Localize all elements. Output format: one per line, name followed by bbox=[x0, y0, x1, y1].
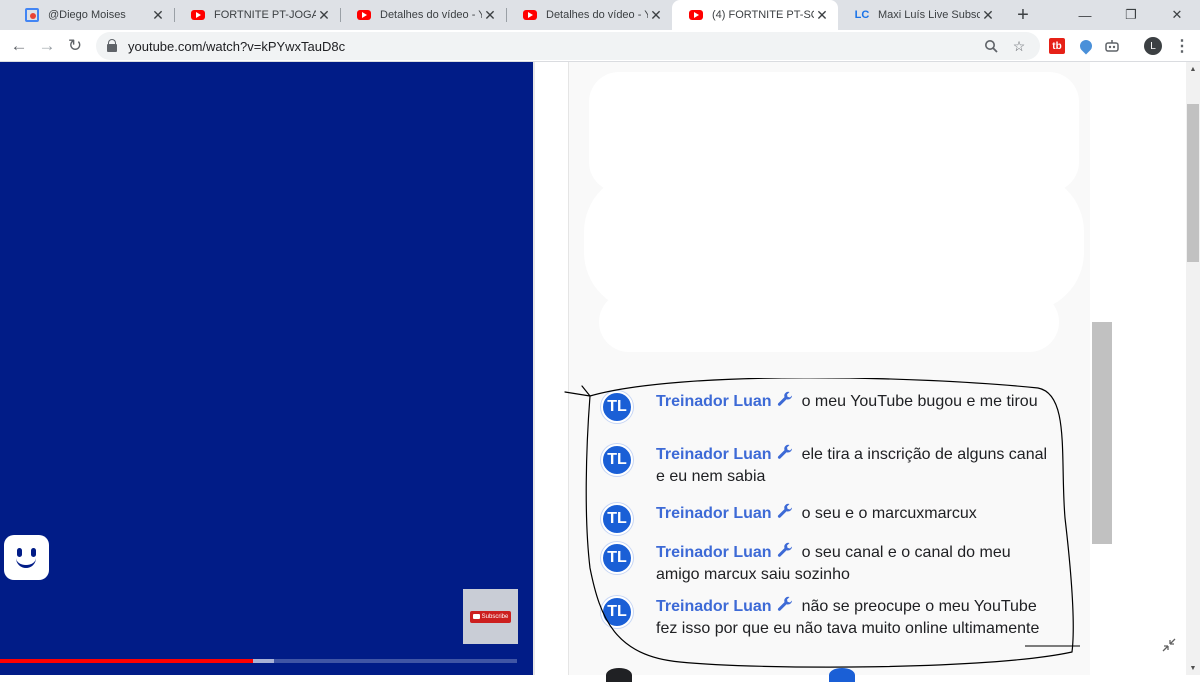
close-tab-icon[interactable]: ✕ bbox=[482, 7, 498, 23]
new-tab-button[interactable]: + bbox=[1012, 4, 1034, 26]
browser-toolbar: ← → ↻ youtube.com/watch?v=kPYwxTauD8c ☆ … bbox=[0, 30, 1200, 62]
next-avatar bbox=[606, 668, 632, 682]
wrench-icon bbox=[777, 391, 793, 406]
robot-icon[interactable] bbox=[1104, 38, 1120, 54]
author-name[interactable]: Treinador Luan bbox=[656, 598, 772, 615]
author-avatar[interactable]: TL bbox=[601, 391, 633, 423]
youtube-icon bbox=[522, 7, 538, 23]
bookmark-star-icon[interactable]: ☆ bbox=[1010, 37, 1028, 55]
address-bar[interactable]: youtube.com/watch?v=kPYwxTauD8c ☆ bbox=[96, 32, 1040, 60]
reload-icon[interactable]: ↻ bbox=[62, 33, 88, 59]
author-avatar[interactable]: TL bbox=[601, 444, 633, 476]
erased-area bbox=[599, 292, 1059, 352]
wrench-icon bbox=[777, 503, 793, 518]
author-avatar[interactable]: TL bbox=[601, 542, 633, 574]
scroll-down-arrow-icon[interactable]: ▼ bbox=[1186, 661, 1200, 675]
next-avatar bbox=[829, 668, 855, 682]
tubebuddy-icon[interactable]: tb bbox=[1049, 38, 1065, 54]
progress-played bbox=[0, 659, 254, 663]
author-name[interactable]: Treinador Luan bbox=[656, 505, 772, 522]
zoom-icon[interactable] bbox=[982, 37, 1000, 55]
tab-detalhes-video-1[interactable]: Detalhes do vídeo - You ✕ bbox=[340, 0, 506, 30]
close-tab-icon[interactable]: ✕ bbox=[150, 7, 166, 23]
tab-title: (4) FORTNITE PT-SQUA bbox=[712, 9, 814, 21]
lc-icon: LC bbox=[854, 9, 870, 21]
video-player[interactable]: Subscribe bbox=[0, 62, 533, 675]
close-tab-icon[interactable]: ✕ bbox=[980, 7, 996, 23]
tab-strip: @Diego Moises ✕ FORTNITE PT-JOGAR C ✕ De… bbox=[0, 0, 1200, 30]
wrench-icon bbox=[777, 444, 793, 459]
subscribe-watermark[interactable]: Subscribe bbox=[463, 589, 518, 644]
close-tab-icon[interactable]: ✕ bbox=[814, 7, 830, 23]
youtube-icon bbox=[356, 7, 372, 23]
close-tab-icon[interactable]: ✕ bbox=[316, 7, 332, 23]
close-window-button[interactable]: ✕ bbox=[1154, 0, 1200, 30]
page-scrollbar-thumb[interactable] bbox=[1187, 104, 1199, 262]
lock-icon[interactable] bbox=[106, 39, 118, 53]
url-text[interactable]: youtube.com/watch?v=kPYwxTauD8c bbox=[128, 39, 345, 54]
tab-fortnite-jogar[interactable]: FORTNITE PT-JOGAR C ✕ bbox=[174, 0, 340, 30]
message-text: o meu YouTube bugou e me tirou bbox=[801, 393, 1038, 410]
tab-title: @Diego Moises bbox=[48, 9, 126, 21]
drop-icon[interactable] bbox=[1077, 37, 1095, 55]
back-arrow-icon[interactable]: ← bbox=[6, 33, 32, 59]
more-menu-icon[interactable]: ⋮ bbox=[1172, 36, 1192, 56]
author-avatar[interactable]: TL bbox=[601, 596, 633, 628]
tab-fortnite-squad[interactable]: (4) FORTNITE PT-SQUA ✕ bbox=[672, 0, 838, 30]
panel-divider bbox=[533, 62, 535, 675]
tab-title: Detalhes do vídeo - You bbox=[546, 9, 648, 21]
chat-scrollbar-thumb[interactable] bbox=[1092, 322, 1112, 544]
smiley-face-icon bbox=[4, 535, 49, 580]
profile-avatar[interactable]: L bbox=[1144, 37, 1162, 55]
subscribe-label: Subscribe bbox=[481, 613, 509, 620]
youtube-icon bbox=[472, 614, 480, 619]
tab-detalhes-video-2[interactable]: Detalhes do vídeo - You ✕ bbox=[506, 0, 672, 30]
wrench-icon bbox=[777, 596, 793, 611]
collapse-icon[interactable] bbox=[1160, 636, 1178, 654]
author-avatar[interactable]: TL bbox=[601, 503, 633, 535]
close-tab-icon[interactable]: ✕ bbox=[648, 7, 664, 23]
author-name[interactable]: Treinador Luan bbox=[656, 544, 772, 561]
author-name[interactable]: Treinador Luan bbox=[656, 393, 772, 410]
studio-icon bbox=[24, 7, 40, 23]
tab-title: Detalhes do vídeo - You bbox=[380, 9, 482, 21]
tab-title: FORTNITE PT-JOGAR C bbox=[214, 9, 316, 21]
erased-area bbox=[584, 172, 1084, 312]
message-text: o seu e o marcuxmarcux bbox=[801, 505, 977, 522]
youtube-icon bbox=[190, 7, 206, 23]
restore-button[interactable]: ❐ bbox=[1108, 0, 1154, 30]
author-name[interactable]: Treinador Luan bbox=[656, 446, 772, 463]
tab-title: Maxi Luís Live Subscrib bbox=[878, 9, 980, 21]
youtube-icon bbox=[688, 7, 704, 23]
tab-maxi-luis[interactable]: LC Maxi Luís Live Subscrib ✕ bbox=[838, 0, 1004, 30]
minimize-button[interactable]: — bbox=[1062, 0, 1108, 30]
forward-arrow-icon[interactable]: → bbox=[34, 33, 60, 59]
wrench-icon bbox=[777, 542, 793, 557]
video-progress-bar[interactable] bbox=[0, 659, 517, 663]
tab-diego-moises[interactable]: @Diego Moises ✕ bbox=[8, 0, 174, 30]
scroll-up-arrow-icon[interactable]: ▲ bbox=[1186, 62, 1200, 76]
